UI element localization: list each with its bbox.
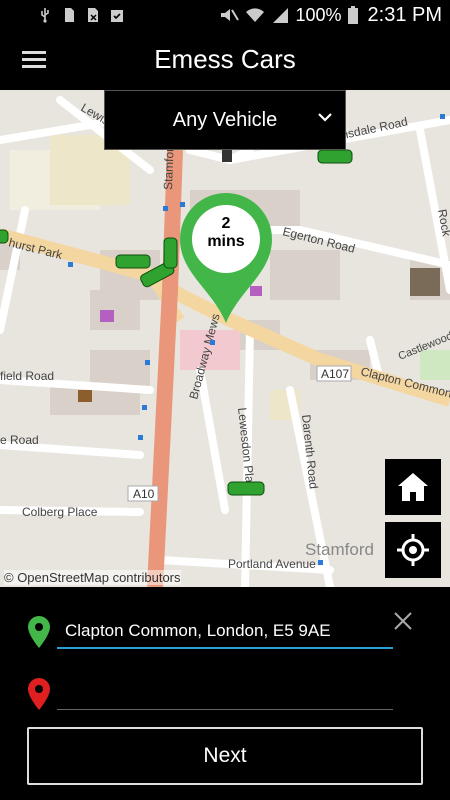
dropoff-address-input[interactable] (57, 674, 393, 710)
library-icon (78, 390, 92, 402)
my-location-button[interactable] (385, 522, 441, 578)
clock: 2:31 PM (367, 3, 442, 26)
map-attribution: © OpenStreetMap contributors (4, 570, 181, 585)
home-button[interactable] (385, 459, 441, 515)
label-portland: Portland Avenue (228, 557, 316, 571)
label-road: e Road (0, 433, 39, 447)
next-button[interactable]: Next (27, 727, 423, 785)
label-stamford-area: Stamford (305, 540, 374, 559)
poi-dark-icon (222, 150, 232, 162)
location-pin-icon (180, 193, 272, 323)
shopping-basket-icon (100, 310, 114, 322)
chevron-down-icon (318, 113, 332, 122)
sd-card-icon (65, 8, 74, 22)
pickup-address-input[interactable]: Clapton Common, London, E5 9AE (57, 613, 393, 649)
wifi-icon (246, 8, 265, 22)
map-tiles: Ravensdale Road Egerton Road Lewis Garde… (0, 90, 450, 587)
dropoff-pin-icon (28, 678, 50, 710)
eta-unit: mins (207, 233, 245, 250)
svg-text:A107: A107 (321, 367, 349, 381)
clear-pickup-icon[interactable] (392, 610, 414, 632)
vehicle-type-selected: Any Vehicle (172, 108, 278, 131)
gps-crosshair-icon (397, 534, 429, 566)
usb-icon (41, 8, 49, 23)
eta-value: 2 (221, 215, 231, 232)
label-colberg: Colberg Place (22, 505, 98, 519)
battery-percent: 100% (295, 4, 342, 25)
map-view[interactable]: Ravensdale Road Egerton Road Lewis Garde… (0, 90, 450, 587)
file-blocked-icon (88, 8, 98, 22)
battery-icon (347, 6, 358, 24)
road-shield-a107: A107 (316, 365, 352, 382)
eta-pin: 2 mins (180, 193, 272, 323)
svg-text:A10: A10 (133, 487, 155, 501)
road-shield-a10: A10 (127, 485, 159, 502)
poi-building-icon (410, 268, 440, 296)
mute-icon (221, 9, 240, 21)
home-icon (398, 473, 428, 501)
eta-label: 2 mins (180, 215, 272, 251)
clipboard-check-icon (111, 10, 123, 22)
status-bar: 100% 2:31 PM (0, 0, 450, 30)
pickup-pin-icon (28, 616, 50, 648)
signal-icon (273, 8, 289, 23)
label-fairfield: field Road (0, 369, 54, 383)
app-bar: Emess Cars (0, 30, 450, 90)
vehicle-type-dropdown[interactable]: Any Vehicle (104, 90, 346, 150)
notification-icons (38, 7, 124, 23)
app-title: Emess Cars (154, 44, 296, 74)
